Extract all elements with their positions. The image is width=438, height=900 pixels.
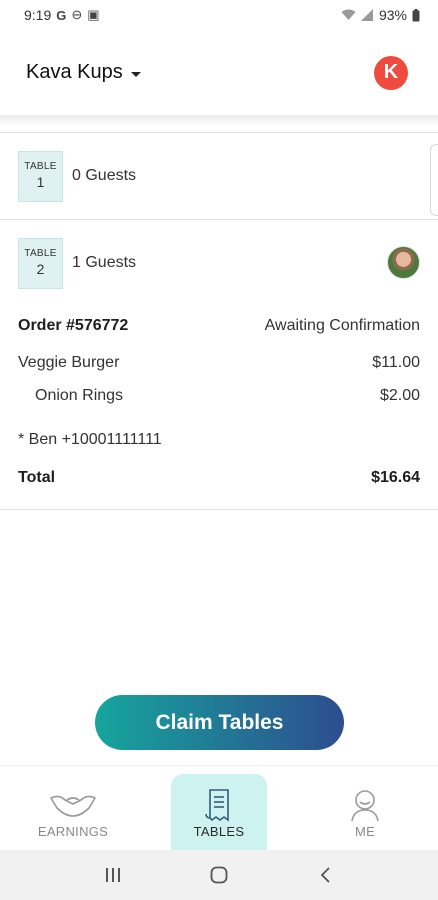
- guest-avatar[interactable]: [387, 246, 420, 279]
- store-name: Kava Kups: [26, 61, 123, 83]
- table-badge: TABLE 2: [18, 237, 63, 289]
- header-divider: [0, 115, 438, 127]
- recents-icon: [106, 868, 120, 882]
- receipt-icon: [204, 786, 234, 824]
- item-price: $11.00: [372, 353, 420, 371]
- order-note: * Ben +10001111111: [18, 430, 162, 448]
- store-selector[interactable]: Kava Kups: [26, 61, 141, 84]
- order-id: Order #576772: [18, 317, 129, 334]
- order-total: Total $16.64: [18, 459, 420, 497]
- logo-letter: K: [383, 61, 399, 83]
- status-bar: 9:19 G ⊖ ▣ 93%: [0, 0, 438, 30]
- bottom-nav: EARNINGS TABLES ME: [0, 765, 438, 851]
- home-icon: [210, 866, 228, 884]
- google-icon: G: [56, 7, 67, 23]
- back-button[interactable]: [305, 855, 345, 895]
- person-icon: [348, 786, 382, 824]
- home-button[interactable]: [199, 855, 239, 895]
- nav-earnings[interactable]: EARNINGS: [25, 774, 121, 851]
- app-header: Kava Kups K: [0, 30, 438, 115]
- nav-tables[interactable]: TABLES: [171, 774, 267, 851]
- caret-down-icon: [130, 71, 141, 77]
- order-item: Veggie Burger $11.00: [18, 346, 420, 379]
- status-right: 93%: [341, 7, 420, 23]
- item-name: Veggie Burger: [18, 353, 120, 371]
- table-badge: TABLE 1: [18, 150, 63, 202]
- table-card[interactable]: TABLE 2 1 Guests Order #576772 Awaiting …: [0, 219, 438, 510]
- item-name: Onion Rings: [35, 386, 124, 404]
- heart-hands-icon: [49, 786, 97, 824]
- nav-tables-label: TABLES: [193, 824, 245, 839]
- system-nav-bar: [0, 850, 438, 900]
- do-not-disturb-icon: ⊖: [71, 7, 83, 22]
- order-item: Onion Rings $2.00: [18, 379, 420, 412]
- status-left: 9:19 G ⊖ ▣: [24, 7, 100, 23]
- brand-logo[interactable]: K: [374, 55, 408, 90]
- signal-icon: [360, 9, 373, 21]
- table-card[interactable]: TABLE 1 0 Guests: [0, 132, 438, 219]
- nav-me[interactable]: ME: [317, 774, 413, 851]
- table-number: 2: [36, 260, 45, 277]
- table-header: TABLE 1 0 Guests: [18, 133, 420, 219]
- back-icon: [320, 867, 330, 883]
- nav-me-label: ME: [354, 824, 376, 839]
- item-price: $2.00: [379, 386, 420, 404]
- table-number: 1: [36, 173, 45, 190]
- tables-list: TABLE 1 0 Guests TABLE 2 1 Guests Order …: [0, 132, 438, 510]
- table-header: TABLE 2 1 Guests: [18, 220, 420, 306]
- nav-earnings-label: EARNINGS: [37, 824, 109, 839]
- order-status: Awaiting Confirmation: [264, 317, 420, 334]
- recents-button[interactable]: [93, 855, 133, 895]
- wifi-icon: [341, 9, 356, 20]
- guest-count: 1 Guests: [72, 254, 137, 271]
- total-value: $16.64: [371, 469, 420, 486]
- battery-percent: 93%: [378, 7, 407, 23]
- claim-tables-button[interactable]: Claim Tables: [95, 695, 344, 750]
- status-time: 9:19: [24, 7, 52, 23]
- table-badge-word: TABLE: [24, 161, 57, 172]
- order-header: Order #576772 Awaiting Confirmation: [18, 306, 420, 346]
- table-badge-word: TABLE: [24, 248, 57, 259]
- calendar-icon: ▣: [87, 7, 100, 22]
- battery-icon: [412, 8, 420, 21]
- total-label: Total: [18, 469, 56, 486]
- guest-count: 0 Guests: [72, 167, 137, 184]
